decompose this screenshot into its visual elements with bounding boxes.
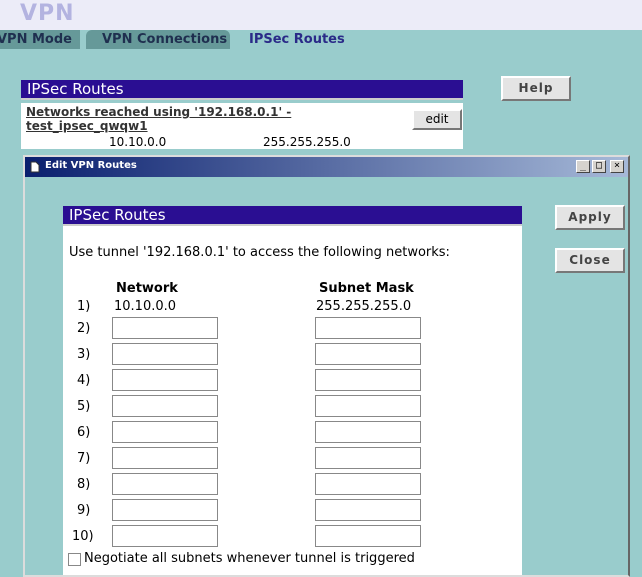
row1-mask: 255.255.255.0	[316, 299, 412, 314]
row-number: 6)	[77, 425, 91, 440]
networks-header: Networks reached using '192.168.0.1' - t…	[26, 105, 292, 133]
route-network: 10.10.0.0	[109, 135, 167, 149]
subnet-mask-input[interactable]	[315, 473, 421, 495]
edit-vpn-routes-dialog: Edit VPN Routes _ □ × IPSec Routes Use t…	[23, 155, 630, 577]
network-column-header: Network	[116, 281, 178, 296]
maximize-button[interactable]: □	[592, 160, 606, 173]
app-title: VPN	[20, 1, 75, 26]
subnet-mask-input[interactable]	[315, 421, 421, 443]
subnet-mask-input[interactable]	[315, 317, 421, 339]
close-button[interactable]: Close	[555, 248, 625, 273]
mask-column-header: Subnet Mask	[319, 281, 414, 296]
subnet-mask-input[interactable]	[315, 395, 421, 417]
tab-vpn-connections[interactable]: VPN Connections	[86, 30, 230, 49]
tab-label: VPN Mode	[0, 32, 72, 47]
row-number: 1)	[77, 299, 91, 314]
row-number: 8)	[77, 477, 91, 492]
tunnel-instruction: Use tunnel '192.168.0.1' to access the f…	[69, 245, 450, 260]
row-number: 2)	[77, 321, 91, 336]
row-number: 5)	[77, 399, 91, 414]
negotiate-checkbox[interactable]	[68, 553, 81, 566]
section-title: IPSec Routes	[63, 206, 522, 226]
route-mask: 255.255.255.0	[263, 135, 351, 149]
minimize-button[interactable]: _	[576, 160, 590, 173]
network-input[interactable]	[112, 395, 218, 417]
subnet-mask-input[interactable]	[315, 499, 421, 521]
tab-vpn-mode[interactable]: VPN Mode	[0, 30, 80, 49]
app-header	[0, 0, 642, 30]
help-button[interactable]: Help	[501, 76, 571, 101]
network-input[interactable]	[112, 317, 218, 339]
routes-panel: Networks reached using '192.168.0.1' - t…	[21, 103, 463, 149]
network-input[interactable]	[112, 447, 218, 469]
row-number: 9)	[77, 503, 91, 518]
network-input[interactable]	[112, 473, 218, 495]
routes-panel-title: IPSec Routes	[21, 80, 463, 100]
subnet-mask-input[interactable]	[315, 369, 421, 391]
dialog-title: Edit VPN Routes	[45, 160, 137, 171]
edit-button[interactable]: edit	[412, 109, 462, 130]
subnet-mask-input[interactable]	[315, 447, 421, 469]
close-window-button[interactable]: ×	[610, 160, 624, 173]
subnet-mask-input[interactable]	[315, 343, 421, 365]
routes-form: Use tunnel '192.168.0.1' to access the f…	[63, 226, 522, 575]
network-input[interactable]	[112, 499, 218, 521]
dialog-titlebar[interactable]: Edit VPN Routes _ □ ×	[25, 157, 628, 177]
document-icon	[30, 161, 40, 173]
network-input[interactable]	[112, 369, 218, 391]
subnet-mask-input[interactable]	[315, 525, 421, 547]
tab-ipsec-routes[interactable]: IPSec Routes	[233, 30, 355, 49]
network-input[interactable]	[112, 343, 218, 365]
apply-button[interactable]: Apply	[555, 205, 625, 230]
network-input[interactable]	[112, 525, 218, 547]
row1-network: 10.10.0.0	[114, 299, 177, 314]
negotiate-label: Negotiate all subnets whenever tunnel is…	[84, 551, 415, 566]
row-number: 3)	[77, 347, 91, 362]
row-number: 7)	[77, 451, 91, 466]
tab-label: IPSec Routes	[249, 32, 345, 47]
row-number: 10)	[72, 529, 94, 544]
network-input[interactable]	[112, 421, 218, 443]
row-number: 4)	[77, 373, 91, 388]
tab-label: VPN Connections	[102, 32, 228, 47]
